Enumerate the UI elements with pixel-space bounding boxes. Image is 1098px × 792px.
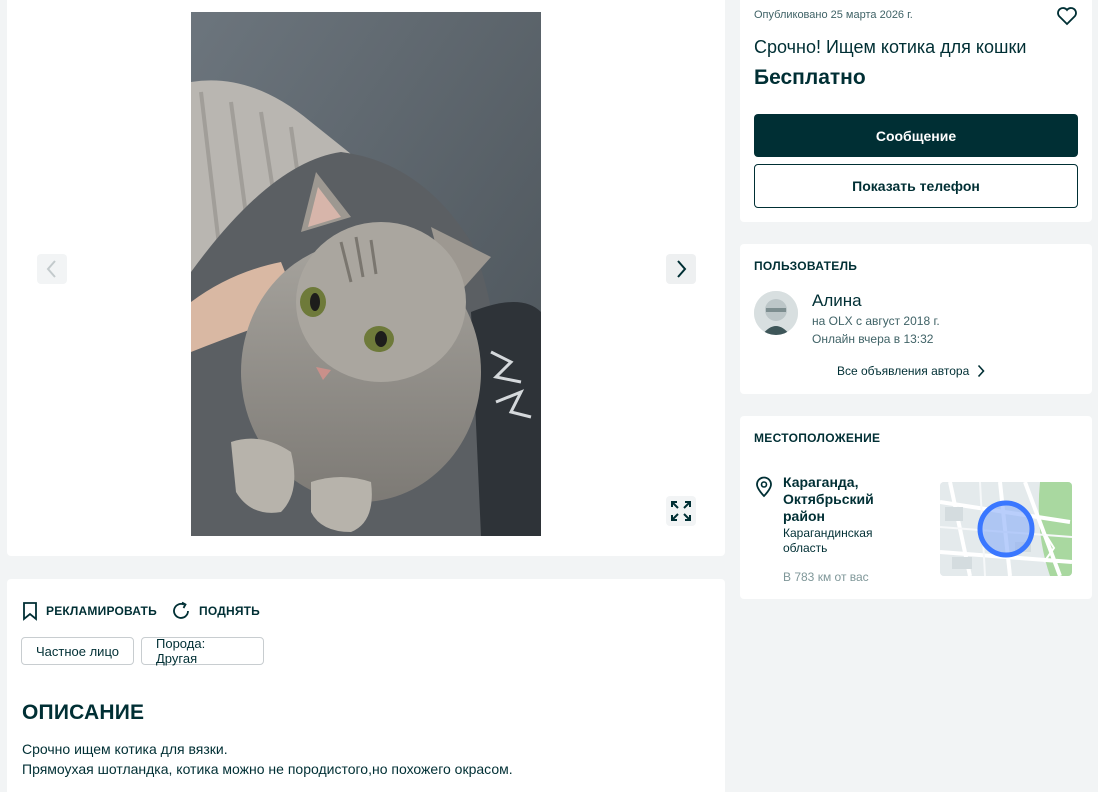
- location-map[interactable]: [940, 482, 1072, 576]
- heart-icon: [1057, 7, 1077, 26]
- description-heading: ОПИСАНИЕ: [22, 701, 145, 724]
- chevron-left-icon: [46, 260, 56, 278]
- user-name[interactable]: Алина: [812, 291, 862, 311]
- location-region: Карагандинская область: [783, 526, 873, 555]
- raise-button[interactable]: ПОДНЯТЬ: [171, 601, 260, 621]
- tag-breed[interactable]: Порода: Другая: [141, 636, 264, 666]
- user-last-online: Онлайн вчера в 13:32: [812, 332, 934, 346]
- promote-button[interactable]: РЕКЛАМИРОВАТЬ: [22, 601, 157, 621]
- location-heading: МЕСТОПОЛОЖЕНИЕ: [754, 431, 881, 445]
- fullscreen-button[interactable]: [666, 496, 696, 526]
- location-card: МЕСТОПОЛОЖЕНИЕ Караганда, Октябрьский ра…: [740, 416, 1092, 599]
- raise-label: ПОДНЯТЬ: [199, 604, 260, 618]
- user-member-since: на OLX с август 2018 г.: [812, 314, 940, 328]
- ad-title: Срочно! Ищем котика для кошки: [754, 37, 1027, 57]
- listing-photo[interactable]: [191, 12, 541, 536]
- user-card: ПОЛЬЗОВАТЕЛЬ Алина на OLX с август 2018 …: [740, 244, 1092, 394]
- location-distance: В 783 км от вас: [783, 570, 869, 584]
- user-heading: ПОЛЬЗОВАТЕЛЬ: [754, 259, 858, 273]
- all-ads-label: Все объявления автора: [837, 364, 970, 378]
- refresh-icon: [173, 601, 189, 619]
- description-line: Прямоухая шотландка, котика можно не пор…: [22, 761, 513, 777]
- avatar[interactable]: [754, 291, 798, 335]
- ad-info-card: Опубликовано 25 марта 2026 г. Срочно! Ищ…: [740, 0, 1092, 222]
- listing-details-card: РЕКЛАМИРОВАТЬ ПОДНЯТЬ Частное лицо Пород…: [7, 579, 725, 792]
- chevron-right-icon: [677, 260, 687, 278]
- promote-label: РЕКЛАМИРОВАТЬ: [46, 604, 157, 618]
- published-date: Опубликовано 25 марта 2026 г.: [754, 9, 913, 21]
- show-phone-button[interactable]: Показать телефон: [754, 164, 1078, 208]
- description-line: Срочно ищем котика для вязки.: [22, 741, 228, 757]
- location-pin-icon: [756, 476, 772, 498]
- tag-seller-type[interactable]: Частное лицо: [21, 637, 134, 665]
- next-photo-button[interactable]: [666, 254, 696, 284]
- user-avatar-icon: [754, 291, 798, 335]
- expand-icon: [671, 501, 691, 521]
- ad-price: Бесплатно: [754, 66, 866, 89]
- location-city: Караганда, Октябрьский район: [783, 474, 874, 524]
- bookmark-icon: [23, 602, 37, 621]
- message-button[interactable]: Сообщение: [754, 114, 1078, 157]
- photo-gallery: [7, 0, 725, 556]
- chevron-right-icon: [978, 364, 985, 378]
- previous-photo-button[interactable]: [37, 254, 67, 284]
- favorite-button[interactable]: [1054, 3, 1080, 29]
- all-author-ads-link[interactable]: Все объявления автора: [837, 364, 985, 378]
